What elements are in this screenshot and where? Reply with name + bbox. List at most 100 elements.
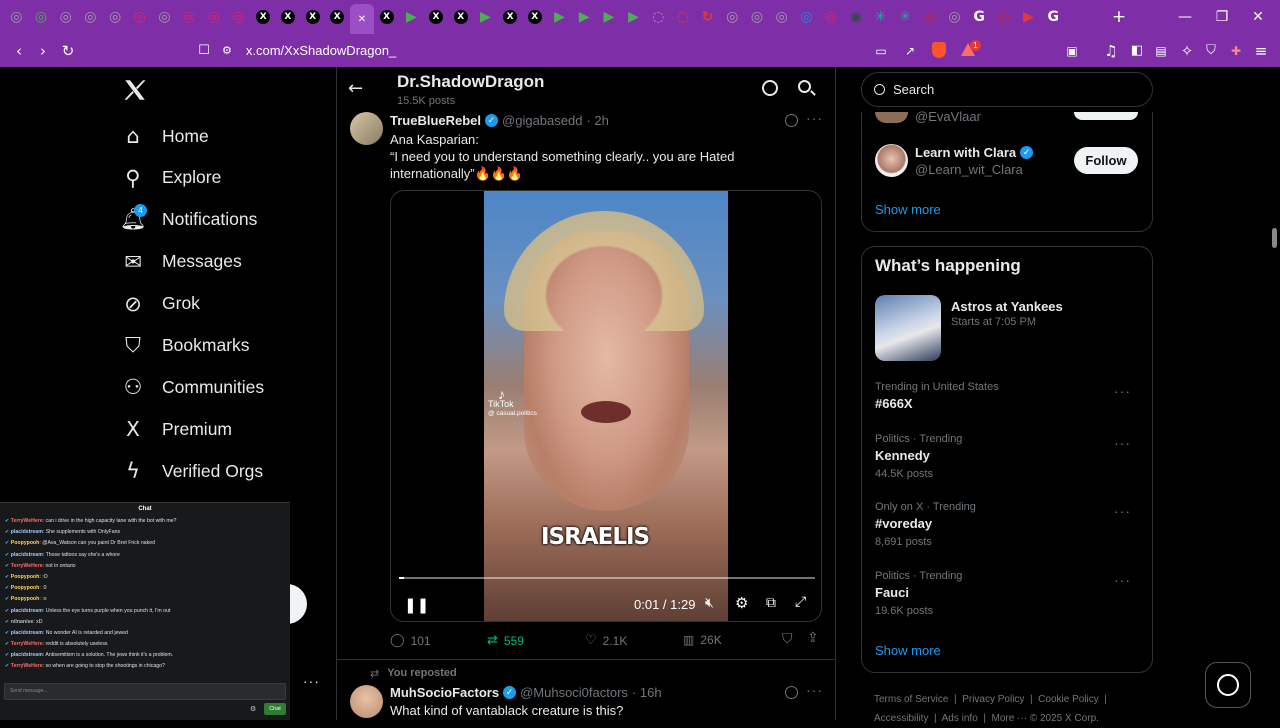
footer-cookie[interactable]: Cookie Policy	[1038, 694, 1099, 705]
chat-username[interactable]: Poopypooh	[11, 596, 40, 602]
next-tweet-avatar[interactable]	[350, 685, 383, 718]
browser-tab[interactable]: ◎	[819, 0, 844, 34]
browser-tab[interactable]: X	[276, 0, 301, 34]
pip-icon[interactable]: ⧉	[766, 595, 776, 611]
chat-settings-icon[interactable]: ⚙	[250, 705, 256, 713]
forward-icon[interactable]: ›	[30, 34, 56, 67]
next-tweet-more-icon[interactable]: ···	[806, 682, 823, 698]
follow-handle[interactable]: @Learn_wit_Clara	[915, 162, 1023, 177]
browser-tab[interactable]: ◎	[4, 0, 29, 34]
browser-tab[interactable]: ↻	[695, 0, 720, 34]
next-tweet-time[interactable]: · 16h	[632, 685, 662, 700]
event-title[interactable]: Astros at Yankees	[951, 299, 1063, 314]
nav-item-bookmarks[interactable]: ⛉ Bookmarks	[120, 326, 249, 366]
follow-avatar[interactable]	[875, 144, 908, 177]
close-window-button[interactable]: ✕	[1236, 0, 1280, 34]
nav-item-explore[interactable]: ⚲ Explore	[120, 158, 221, 198]
footer-ads[interactable]: Ads info	[942, 713, 978, 724]
browser-tab[interactable]: ◎	[29, 0, 54, 34]
vpn-icon[interactable]: ⛉	[1198, 34, 1224, 67]
browser-tab[interactable]: ▶	[547, 0, 572, 34]
tweet-handle[interactable]: @gigabasedd	[502, 113, 582, 128]
video-player[interactable]: ♪ TikTok @ casual.politics ISRAELIS ❚❚ 0…	[390, 190, 822, 622]
show-more-link-2[interactable]: Show more	[875, 643, 941, 658]
footer-accessibility[interactable]: Accessibility	[874, 713, 928, 724]
nav-item-notifications[interactable]: 🔔︎ 4 Notifications	[120, 200, 257, 240]
chat-username[interactable]: nilnanise	[11, 619, 34, 625]
browser-tab[interactable]: ▶	[1016, 0, 1041, 34]
chat-username[interactable]: placidstream	[11, 652, 43, 658]
chat-username[interactable]: TerryWeHere	[11, 563, 43, 569]
follow-button[interactable]: Follow	[1074, 147, 1138, 174]
nav-item-premium[interactable]: X Premium	[120, 409, 232, 449]
menu-icon[interactable]: ≡	[1248, 34, 1274, 67]
browser-tab[interactable]: ◎	[942, 0, 967, 34]
event-image[interactable]	[875, 295, 941, 361]
cast-icon[interactable]: ▭	[868, 34, 894, 67]
trend-item[interactable]: Politics · Trending Kennedy 44.5K posts ···	[875, 433, 1145, 480]
browser-tab[interactable]: ◎	[78, 0, 103, 34]
browser-tab[interactable]: ◎	[152, 0, 177, 34]
views-action[interactable]: ▥ 26K	[683, 633, 722, 647]
browser-tab[interactable]: ◎	[745, 0, 770, 34]
browser-tab[interactable]: ◉	[843, 0, 868, 34]
browser-tab[interactable]: X	[300, 0, 325, 34]
share-icon[interactable]: ↗	[897, 34, 923, 67]
share-tweet-icon[interactable]: ⇪	[807, 630, 819, 646]
browser-tab[interactable]: ▶	[399, 0, 424, 34]
browser-tab[interactable]: ◎	[177, 0, 202, 34]
browser-tab[interactable]: X	[498, 0, 523, 34]
settings-gear-icon[interactable]: ⚙	[735, 594, 748, 612]
browser-tab[interactable]: ✳	[893, 0, 918, 34]
nav-item-verified-orgs[interactable]: ϟ Verified Orgs	[120, 451, 263, 491]
trend-more-icon[interactable]: ···	[1114, 383, 1131, 399]
scrollbar-thumb[interactable]	[1272, 228, 1277, 248]
follow-name[interactable]: Learn with Clara	[915, 145, 1016, 160]
follow-button-partial[interactable]	[1074, 112, 1138, 120]
browser-tab[interactable]: ◎	[992, 0, 1017, 34]
tweet-author[interactable]: TrueBlueRebel	[390, 113, 481, 128]
back-arrow-icon[interactable]: ←	[348, 78, 363, 99]
grok-header-icon[interactable]	[762, 80, 778, 96]
browser-tab[interactable]: X	[325, 0, 350, 34]
chat-username[interactable]: TerryWeHere	[11, 641, 43, 647]
chat-username[interactable]: Poopypooh	[11, 540, 40, 546]
browser-tab[interactable]: ◎	[917, 0, 942, 34]
trend-item[interactable]: Trending in United States #666X ···	[875, 381, 1145, 411]
chat-username[interactable]: placidstream	[11, 608, 43, 614]
like-action[interactable]: ♡ 2.1K	[585, 633, 627, 648]
browser-tab[interactable]: X	[448, 0, 473, 34]
tweet-more-icon[interactable]: ···	[806, 110, 823, 126]
tweet-avatar[interactable]	[350, 112, 383, 145]
nav-item-grok[interactable]: ⊘ Grok	[120, 284, 200, 324]
browser-tab[interactable]: ◌	[646, 0, 671, 34]
browser-tab[interactable]: ▶	[597, 0, 622, 34]
address-bar[interactable]: ⚙ x.com/XxShadowDragon_	[222, 38, 952, 63]
grok-floating-button[interactable]	[1205, 662, 1251, 708]
flag-icon[interactable]: ✚	[1223, 34, 1249, 67]
footer-more[interactable]: More ···	[992, 713, 1028, 724]
sidebar-icon[interactable]: ◧	[1124, 34, 1150, 67]
browser-tab[interactable]: ◎	[127, 0, 152, 34]
browser-tab[interactable]: X	[374, 0, 399, 34]
browser-tab[interactable]: X	[522, 0, 547, 34]
new-tab-button[interactable]: +	[1110, 8, 1128, 26]
chat-username[interactable]: TerryWeHere	[11, 663, 43, 669]
chat-username[interactable]: Poopypooh	[11, 585, 40, 591]
music-icon[interactable]: ♫	[1098, 34, 1124, 67]
browser-tab[interactable]: ◎	[794, 0, 819, 34]
trend-more-icon[interactable]: ···	[1114, 503, 1131, 519]
chat-username[interactable]: placidstream	[11, 529, 43, 535]
browser-tab[interactable]: ▶	[621, 0, 646, 34]
browser-tab[interactable]: ◎	[769, 0, 794, 34]
reload-icon[interactable]: ↻	[55, 34, 81, 67]
chat-username[interactable]: Poopypooh	[11, 574, 40, 580]
video-progress-track[interactable]	[399, 577, 815, 579]
browser-tab[interactable]: X	[251, 0, 276, 34]
next-tweet-author[interactable]: MuhSocioFactors	[390, 685, 499, 700]
browser-tab[interactable]: ◎	[103, 0, 128, 34]
fullscreen-icon[interactable]: ⤢	[795, 594, 806, 610]
browser-tab[interactable]: ◎	[226, 0, 251, 34]
chat-messages[interactable]: ✔ TerryWeHere: can i drive in the high c…	[0, 516, 290, 673]
browser-tab[interactable]: ◌	[671, 0, 696, 34]
